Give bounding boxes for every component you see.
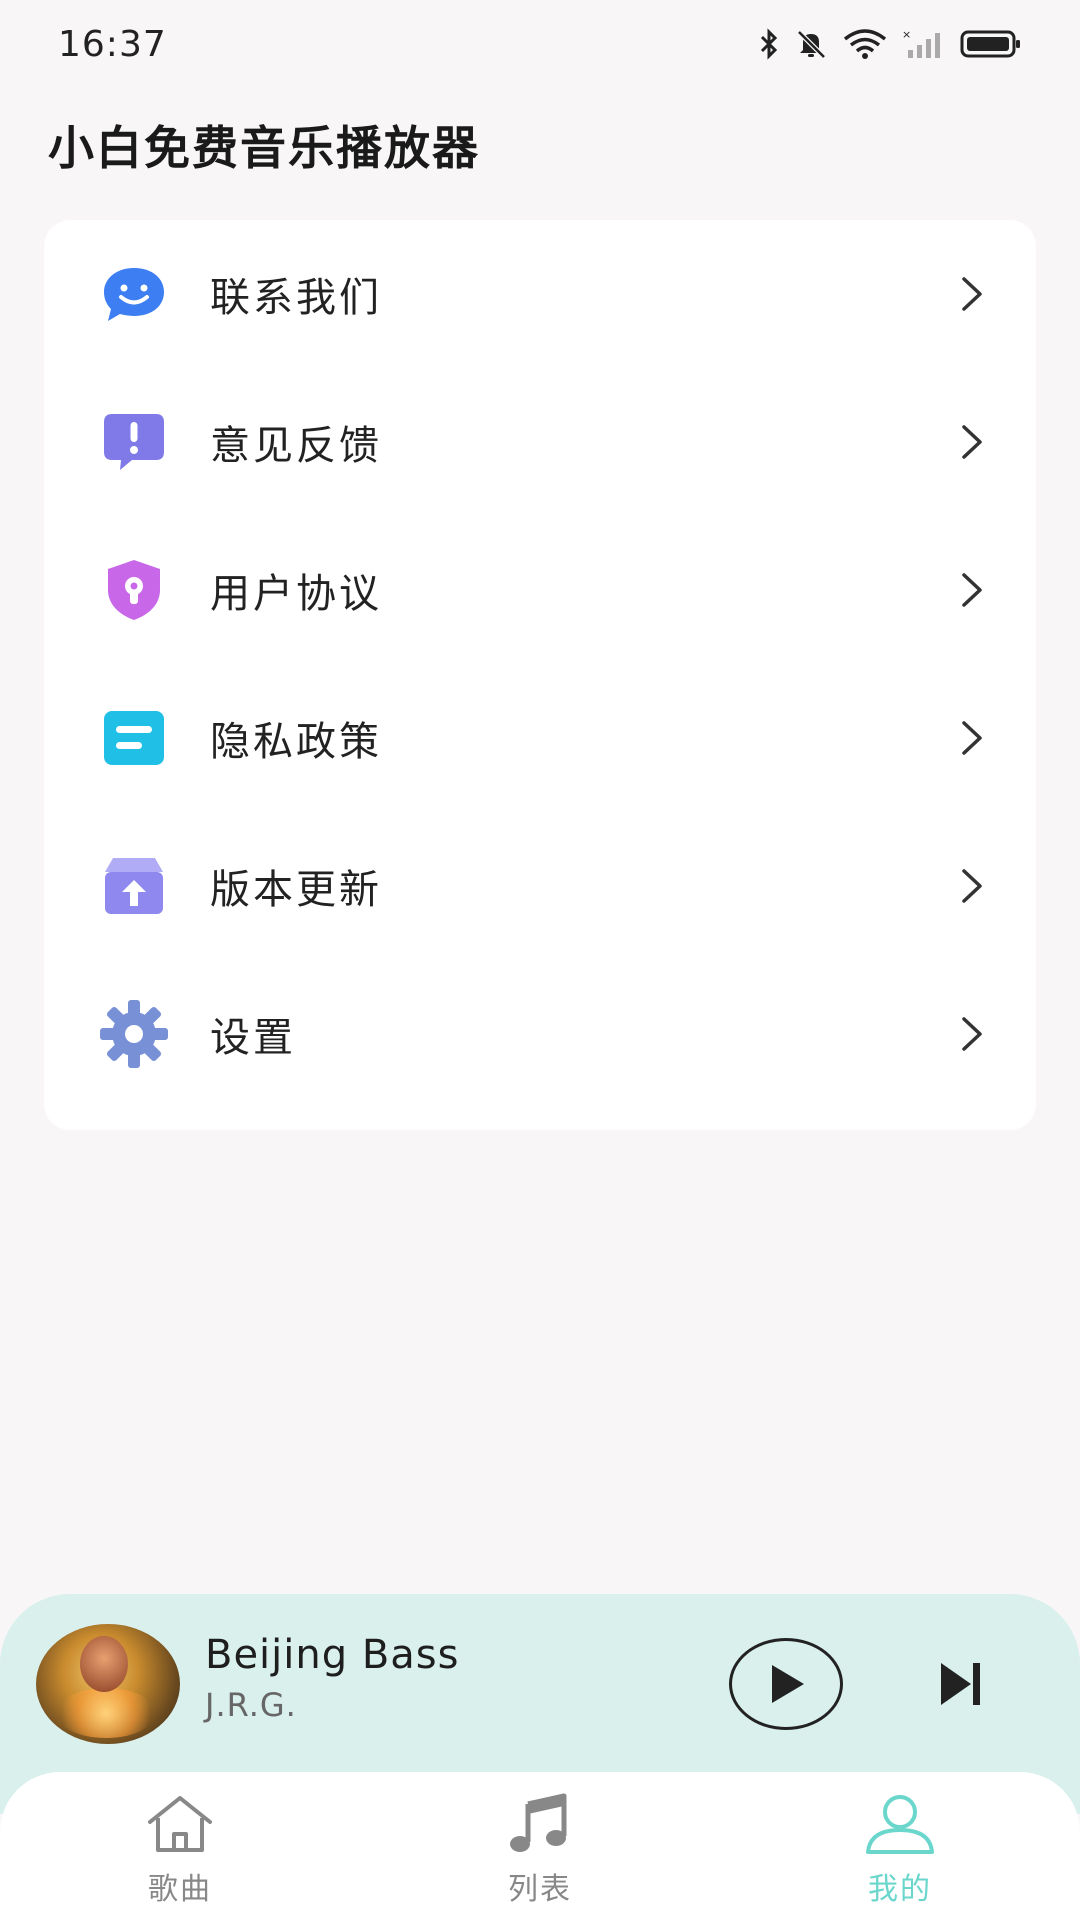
- chevron-right-icon: [956, 718, 988, 758]
- wifi-icon: [843, 29, 887, 59]
- tab-mine[interactable]: 我的: [780, 1772, 1020, 1920]
- skip-next-icon: [941, 1663, 980, 1705]
- menu-item-feedback[interactable]: 意见反馈: [44, 368, 1036, 516]
- song-artist: J.R.G.: [205, 1686, 297, 1724]
- signal-icon: ×: [902, 28, 940, 58]
- menu-card: 联系我们 意见反馈 用户协议 隐私政策 版本更新 设置: [44, 220, 1036, 1130]
- menu-item-label: 隐私政策: [210, 719, 382, 765]
- tab-songs[interactable]: 歌曲: [60, 1772, 300, 1920]
- bottom-nav: 歌曲 列表 我的: [0, 1772, 1080, 1920]
- chat-smile-icon: [98, 258, 170, 330]
- play-button[interactable]: [729, 1638, 843, 1730]
- chevron-right-icon: [956, 866, 988, 906]
- menu-item-user-agreement[interactable]: 用户协议: [44, 516, 1036, 664]
- bluetooth-icon: [760, 28, 778, 60]
- gear-icon: [98, 998, 170, 1070]
- chevron-right-icon: [956, 422, 988, 462]
- chevron-right-icon: [956, 570, 988, 610]
- document-lines-icon: [98, 702, 170, 774]
- menu-item-privacy-policy[interactable]: 隐私政策: [44, 664, 1036, 812]
- menu-item-label: 联系我们: [210, 275, 382, 321]
- next-track-button[interactable]: [936, 1656, 986, 1712]
- tab-label: 我的: [868, 1872, 932, 1907]
- status-icons: ×: [758, 28, 1022, 60]
- tab-label: 列表: [508, 1872, 572, 1907]
- menu-item-label: 意见反馈: [210, 423, 382, 469]
- feedback-exclaim-icon: [98, 406, 170, 478]
- home-icon: [144, 1792, 216, 1856]
- menu-item-label: 版本更新: [210, 867, 382, 913]
- svg-text:×: ×: [902, 28, 911, 41]
- menu-item-label: 用户协议: [210, 571, 382, 617]
- user-icon: [864, 1792, 936, 1856]
- menu-item-settings[interactable]: 设置: [44, 960, 1036, 1108]
- chevron-right-icon: [956, 274, 988, 314]
- chevron-right-icon: [956, 1014, 988, 1054]
- tab-playlist[interactable]: 列表: [420, 1772, 660, 1920]
- song-title: Beijing Bass: [205, 1632, 460, 1678]
- album-art-figure: [80, 1636, 128, 1692]
- album-art[interactable]: [36, 1624, 180, 1744]
- album-art-glow: [56, 1688, 156, 1738]
- battery-icon: [960, 30, 1020, 58]
- update-box-icon: [98, 850, 170, 922]
- tab-label: 歌曲: [148, 1872, 212, 1907]
- play-icon: [772, 1665, 804, 1703]
- status-time: 16:37: [58, 23, 167, 65]
- menu-item-contact-us[interactable]: 联系我们: [44, 220, 1036, 368]
- shield-lock-icon: [98, 554, 170, 626]
- page-title: 小白免费音乐播放器: [48, 121, 480, 175]
- mute-icon: [797, 30, 826, 59]
- menu-item-version-update[interactable]: 版本更新: [44, 812, 1036, 960]
- music-note-icon: [504, 1792, 576, 1856]
- menu-item-label: 设置: [210, 1015, 296, 1061]
- status-bar: 16:37 ×: [0, 0, 1080, 88]
